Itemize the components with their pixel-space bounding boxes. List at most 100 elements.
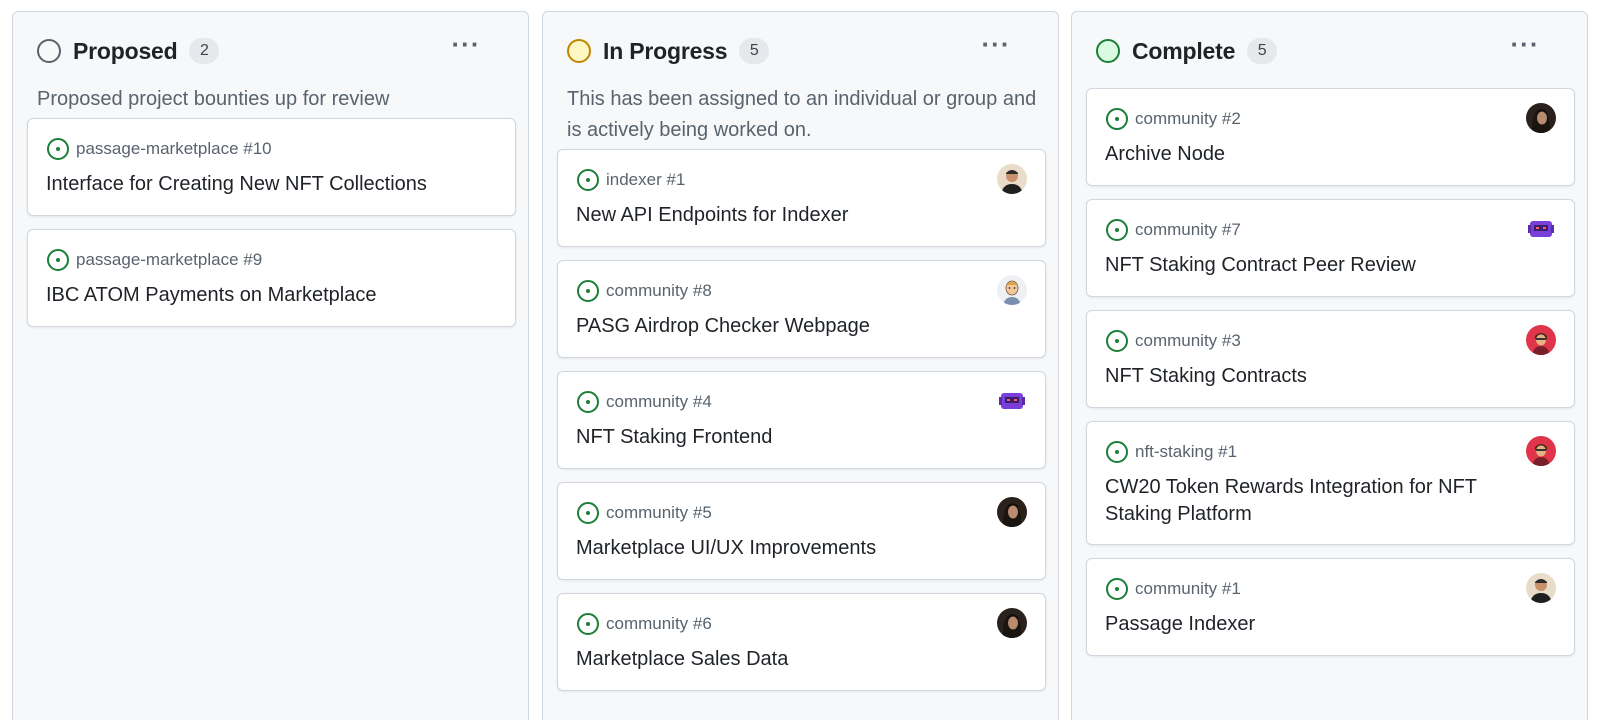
kebab-horizontal-icon: ··· [1510, 29, 1540, 59]
card-meta: nft-staking #1 [1105, 439, 1237, 465]
issue-opened-icon [577, 613, 599, 635]
issue-title[interactable]: Marketplace UI/UX Improvements [576, 535, 995, 562]
issue-card[interactable]: passage-marketplace #10 Interface for Cr… [27, 118, 516, 216]
card-meta: community #4 [576, 389, 712, 415]
assignee-avatar[interactable] [997, 608, 1027, 638]
issue-ref-link[interactable]: community #5 [606, 503, 712, 523]
issue-ref-link[interactable]: passage-marketplace #9 [76, 250, 262, 270]
issue-ref-link[interactable]: community #2 [1135, 109, 1241, 129]
column-header: Proposed 2 ··· [37, 31, 512, 66]
assignee-avatar[interactable] [997, 275, 1027, 305]
avatar-dark-hair-icon [997, 497, 1027, 527]
assignee-avatar[interactable] [997, 497, 1027, 527]
issue-title[interactable]: NFT Staking Contract Peer Review [1105, 252, 1524, 279]
issue-ref-link[interactable]: community #3 [1135, 331, 1241, 351]
column-title: Complete [1132, 37, 1236, 64]
issue-title[interactable]: Marketplace Sales Data [576, 646, 995, 673]
column-title: Proposed [73, 37, 178, 64]
avatar-man-icon [997, 164, 1027, 194]
issue-opened-icon [1106, 219, 1128, 241]
card-meta: indexer #1 [576, 167, 685, 193]
issue-card[interactable]: indexer #1 New API Endpoints for Indexer [557, 149, 1046, 247]
assignee-avatar[interactable] [997, 164, 1027, 194]
issue-ref-link[interactable]: nft-staking #1 [1135, 442, 1237, 462]
avatar-man-icon [1526, 573, 1556, 603]
issue-title[interactable]: CW20 Token Rewards Integration for NFT S… [1105, 474, 1524, 528]
issue-card[interactable]: community #7 NFT Staking Contract Peer R… [1086, 199, 1575, 297]
avatar-cartoon-icon [997, 275, 1027, 305]
issue-card[interactable]: community #2 Archive Node [1086, 88, 1575, 186]
column-menu-button[interactable]: ··· [1507, 31, 1543, 64]
item-count-badge: 5 [739, 38, 770, 64]
column-header: Complete 5 ··· [1096, 31, 1571, 66]
issue-opened-icon [47, 138, 69, 160]
issue-ref-link[interactable]: passage-marketplace #10 [76, 139, 272, 159]
assignee-avatar[interactable] [1526, 325, 1556, 355]
issue-opened-icon [577, 502, 599, 524]
avatar-dark-hair-icon [997, 608, 1027, 638]
avatar-red-icon [1526, 436, 1556, 466]
avatar-red-icon [1526, 325, 1556, 355]
issue-ref-link[interactable]: indexer #1 [606, 170, 685, 190]
assignee-avatar[interactable] [1526, 214, 1556, 244]
item-count-badge: 5 [1247, 38, 1278, 64]
issue-ref-link[interactable]: community #4 [606, 392, 712, 412]
assignee-avatar[interactable] [1526, 573, 1556, 603]
column-description: This has been assigned to an individual … [567, 88, 1037, 141]
column-menu-button[interactable]: ··· [978, 31, 1014, 64]
issue-opened-icon [1106, 578, 1128, 600]
kebab-horizontal-icon: ··· [451, 29, 481, 59]
column-complete: Complete 5 ··· community #2 Archive Node… [1071, 11, 1588, 720]
issue-title[interactable]: IBC ATOM Payments on Marketplace [46, 282, 465, 309]
issue-card[interactable]: nft-staking #1 CW20 Token Rewards Integr… [1086, 421, 1575, 545]
card-meta: community #6 [576, 611, 712, 637]
issue-card[interactable]: community #1 Passage Indexer [1086, 558, 1575, 656]
column-header: In Progress 5 ··· [567, 31, 1042, 66]
column-in-progress: In Progress 5 ··· This has been assigned… [542, 11, 1059, 720]
issue-opened-icon [1106, 108, 1128, 130]
card-meta: passage-marketplace #10 [46, 136, 272, 162]
card-meta: community #1 [1105, 576, 1241, 602]
kebab-horizontal-icon: ··· [981, 29, 1011, 59]
issue-ref-link[interactable]: community #8 [606, 281, 712, 301]
issue-title[interactable]: New API Endpoints for Indexer [576, 202, 995, 229]
issue-card[interactable]: community #4 NFT Staking Frontend [557, 371, 1046, 469]
status-circle-icon [37, 39, 61, 63]
item-count-badge: 2 [189, 38, 220, 64]
issue-title[interactable]: Passage Indexer [1105, 611, 1524, 638]
status-circle-icon [567, 39, 591, 63]
issue-ref-link[interactable]: community #1 [1135, 579, 1241, 599]
issue-ref-link[interactable]: community #6 [606, 614, 712, 634]
assignee-avatar[interactable] [997, 386, 1027, 416]
issue-card[interactable]: community #6 Marketplace Sales Data [557, 593, 1046, 691]
card-meta: community #3 [1105, 328, 1241, 354]
card-meta: community #8 [576, 278, 712, 304]
avatar-purple-robot-icon [1526, 214, 1556, 244]
assignee-avatar[interactable] [1526, 103, 1556, 133]
card-meta: community #7 [1105, 217, 1241, 243]
column-description: Proposed project bounties up for review [37, 88, 390, 110]
column-title: In Progress [603, 37, 728, 64]
issue-card[interactable]: community #3 NFT Staking Contracts [1086, 310, 1575, 408]
issue-title[interactable]: Interface for Creating New NFT Collectio… [46, 171, 465, 198]
column-menu-button[interactable]: ··· [448, 31, 484, 64]
project-board: Proposed 2 ··· Proposed project bounties… [0, 0, 1600, 720]
issue-opened-icon [47, 249, 69, 271]
issue-ref-link[interactable]: community #7 [1135, 220, 1241, 240]
issue-card[interactable]: community #8 PASG Airdrop Checker Webpag… [557, 260, 1046, 358]
issue-title[interactable]: NFT Staking Frontend [576, 424, 995, 451]
issue-opened-icon [577, 280, 599, 302]
issue-title[interactable]: PASG Airdrop Checker Webpage [576, 313, 995, 340]
column-proposed: Proposed 2 ··· Proposed project bounties… [12, 11, 529, 720]
issue-card[interactable]: passage-marketplace #9 IBC ATOM Payments… [27, 229, 516, 327]
issue-opened-icon [577, 169, 599, 191]
assignee-avatar[interactable] [1526, 436, 1556, 466]
card-meta: passage-marketplace #9 [46, 247, 262, 273]
issue-opened-icon [577, 391, 599, 413]
issue-title[interactable]: NFT Staking Contracts [1105, 363, 1524, 390]
issue-card[interactable]: community #5 Marketplace UI/UX Improveme… [557, 482, 1046, 580]
issue-title[interactable]: Archive Node [1105, 141, 1524, 168]
status-circle-icon [1096, 39, 1120, 63]
avatar-dark-hair-icon [1526, 103, 1556, 133]
card-meta: community #5 [576, 500, 712, 526]
